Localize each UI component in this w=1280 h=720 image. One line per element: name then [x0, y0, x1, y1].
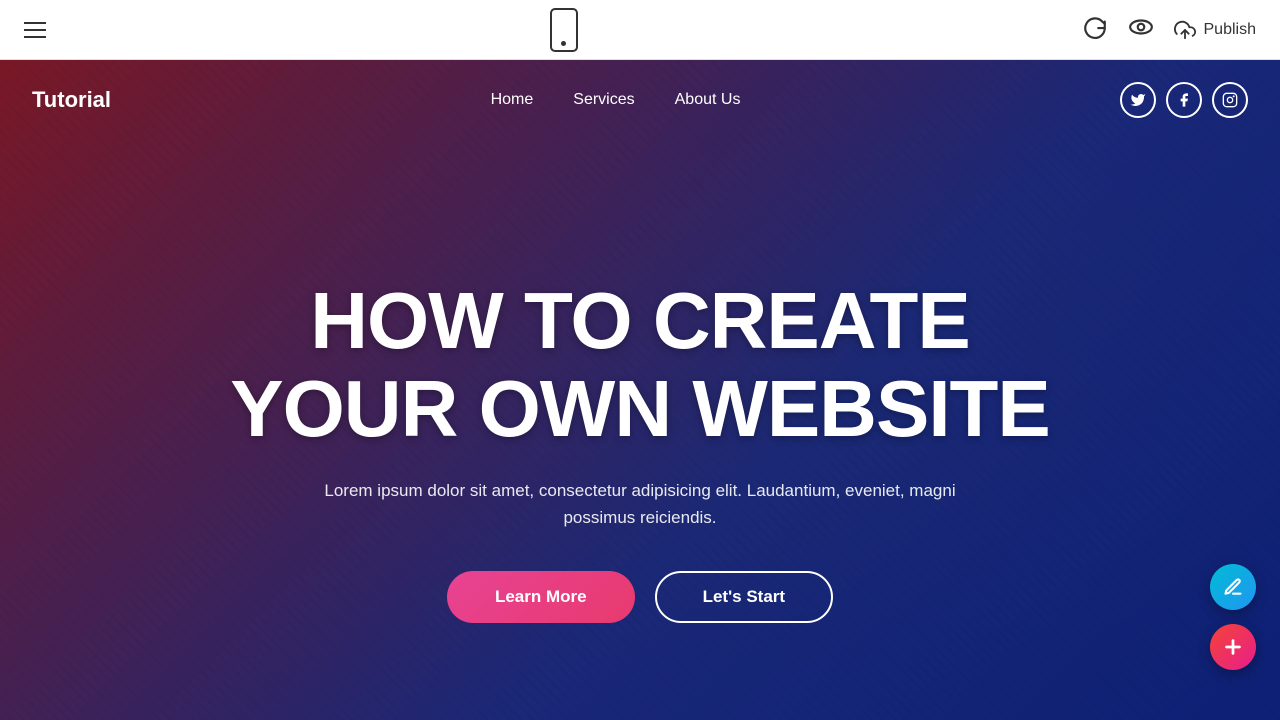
social-icons: [1120, 82, 1248, 118]
toolbar-right: Publish: [1082, 14, 1256, 46]
hero-subtitle: Lorem ipsum dolor sit amet, consectetur …: [290, 477, 990, 531]
hero-content: HOW TO CREATE YOUR OWN WEBSITE Lorem ips…: [0, 140, 1280, 720]
nav-links: Home Services About Us: [491, 91, 741, 109]
mobile-view-button[interactable]: [550, 8, 578, 52]
publish-button[interactable]: Publish: [1174, 19, 1256, 41]
preview-button[interactable]: [1128, 14, 1154, 46]
nav-link-about[interactable]: About Us: [675, 91, 741, 109]
hero-title-line2: YOUR OWN WEBSITE: [230, 364, 1050, 453]
hamburger-menu-button[interactable]: [24, 22, 46, 38]
mobile-icon-dot: [561, 41, 566, 46]
undo-button[interactable]: [1082, 14, 1108, 46]
facebook-icon[interactable]: [1166, 82, 1202, 118]
toolbar: Publish: [0, 0, 1280, 60]
hero-section: Tutorial Home Services About Us: [0, 60, 1280, 720]
lets-start-button[interactable]: Let's Start: [655, 571, 833, 623]
hero-title: HOW TO CREATE YOUR OWN WEBSITE: [230, 277, 1050, 453]
add-fab-button[interactable]: [1210, 624, 1256, 670]
site-navigation: Tutorial Home Services About Us: [0, 60, 1280, 140]
instagram-icon[interactable]: [1212, 82, 1248, 118]
edit-fab-button[interactable]: [1210, 564, 1256, 610]
hero-title-line1: HOW TO CREATE: [310, 276, 970, 365]
twitter-icon[interactable]: [1120, 82, 1156, 118]
learn-more-button[interactable]: Learn More: [447, 571, 635, 623]
hero-cta-buttons: Learn More Let's Start: [447, 571, 833, 623]
nav-link-home[interactable]: Home: [491, 91, 534, 109]
website-preview: Tutorial Home Services About Us: [0, 60, 1280, 720]
toolbar-center: [550, 8, 578, 52]
site-logo: Tutorial: [32, 87, 111, 113]
publish-label: Publish: [1204, 21, 1256, 39]
toolbar-left: [24, 22, 46, 38]
nav-link-services[interactable]: Services: [573, 91, 634, 109]
